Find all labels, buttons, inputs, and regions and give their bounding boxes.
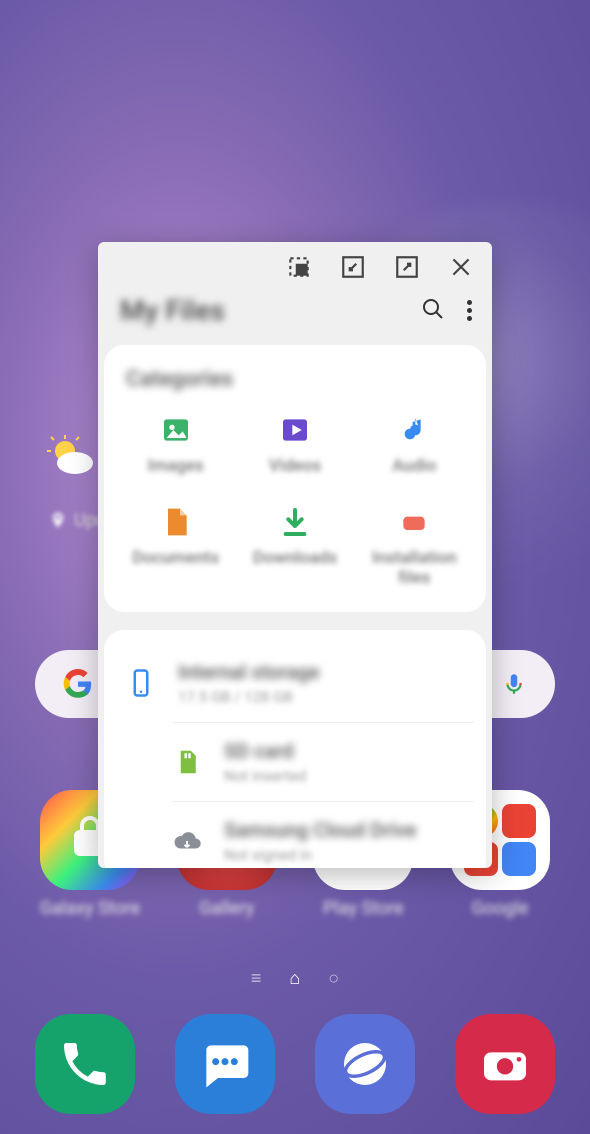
storage-title: SD card [224,739,306,763]
videos-icon [279,414,311,446]
category-label: Documents [132,548,219,568]
messages-icon [197,1036,253,1092]
camera-icon [477,1036,533,1092]
app-label: Google [472,898,529,919]
storage-title: Samsung Cloud Drive [224,818,416,842]
popup-title: My Files [120,294,225,327]
page-indicator[interactable]: ≡ ⌂ ○ [0,968,590,989]
page-indicator-dot[interactable]: ○ [328,968,339,989]
google-g-icon [63,669,93,699]
internet-icon [337,1036,393,1092]
location-pin-icon [48,511,68,531]
storage-subtitle: Not signed in [224,846,416,864]
more-options-button[interactable] [467,300,472,321]
downloads-icon [279,506,311,538]
category-label: Images [148,456,204,476]
sd-card-icon [172,747,202,777]
category-downloads[interactable]: Downloads [235,506,354,588]
mic-icon[interactable] [501,671,527,697]
documents-icon [160,506,192,538]
dock [35,1014,555,1114]
storage-sd-card[interactable]: SD card Not inserted [172,722,474,801]
popup-window: My Files Categories Images Videos Audio [98,242,492,868]
app-label: Gallery [199,898,254,919]
page-indicator-apps-icon[interactable]: ≡ [251,968,262,989]
page-indicator-home-icon[interactable]: ⌂ [289,968,300,989]
storage-cloud-drive[interactable]: Samsung Cloud Drive Not signed in [172,801,474,868]
category-documents[interactable]: Documents [116,506,235,588]
dock-phone[interactable] [35,1014,135,1114]
app-label: Galaxy Store [40,898,140,919]
audio-icon [398,414,430,446]
storage-subtitle: 17.5 GB / 128 GB [178,688,320,706]
window-close-button[interactable] [448,254,474,280]
dock-camera[interactable] [455,1014,555,1114]
storage-internal[interactable]: Internal storage 17.5 GB / 128 GB [116,644,474,722]
images-icon [160,414,192,446]
category-videos[interactable]: Videos [235,414,354,476]
storage-subtitle: Not inserted [224,767,306,785]
phone-storage-icon [126,668,156,698]
window-snap-button[interactable] [286,254,312,280]
category-label: Videos [269,456,321,476]
categories-card: Categories Images Videos Audio Documents… [104,345,486,612]
weather-icon [45,435,95,475]
dock-messages[interactable] [175,1014,275,1114]
window-maximize-button[interactable] [394,254,420,280]
category-images[interactable]: Images [116,414,235,476]
window-minimize-button[interactable] [340,254,366,280]
category-label: Audio [392,456,436,476]
categories-heading: Categories [116,367,474,392]
cloud-drive-icon [172,826,202,856]
storage-title: Internal storage [178,660,320,684]
category-audio[interactable]: Audio [355,414,474,476]
window-controls [98,242,492,288]
category-label: Installation files [355,548,474,588]
apk-icon [398,506,430,538]
popup-header: My Files [98,288,492,345]
dock-internet[interactable] [315,1014,415,1114]
weather-widget[interactable] [45,435,95,475]
search-icon [421,297,445,321]
app-label: Play Store [323,898,404,919]
category-installation-files[interactable]: Installation files [355,506,474,588]
search-button[interactable] [421,297,445,325]
category-label: Downloads [253,548,337,568]
storage-card: Internal storage 17.5 GB / 128 GB SD car… [104,630,486,868]
phone-icon [57,1036,113,1092]
